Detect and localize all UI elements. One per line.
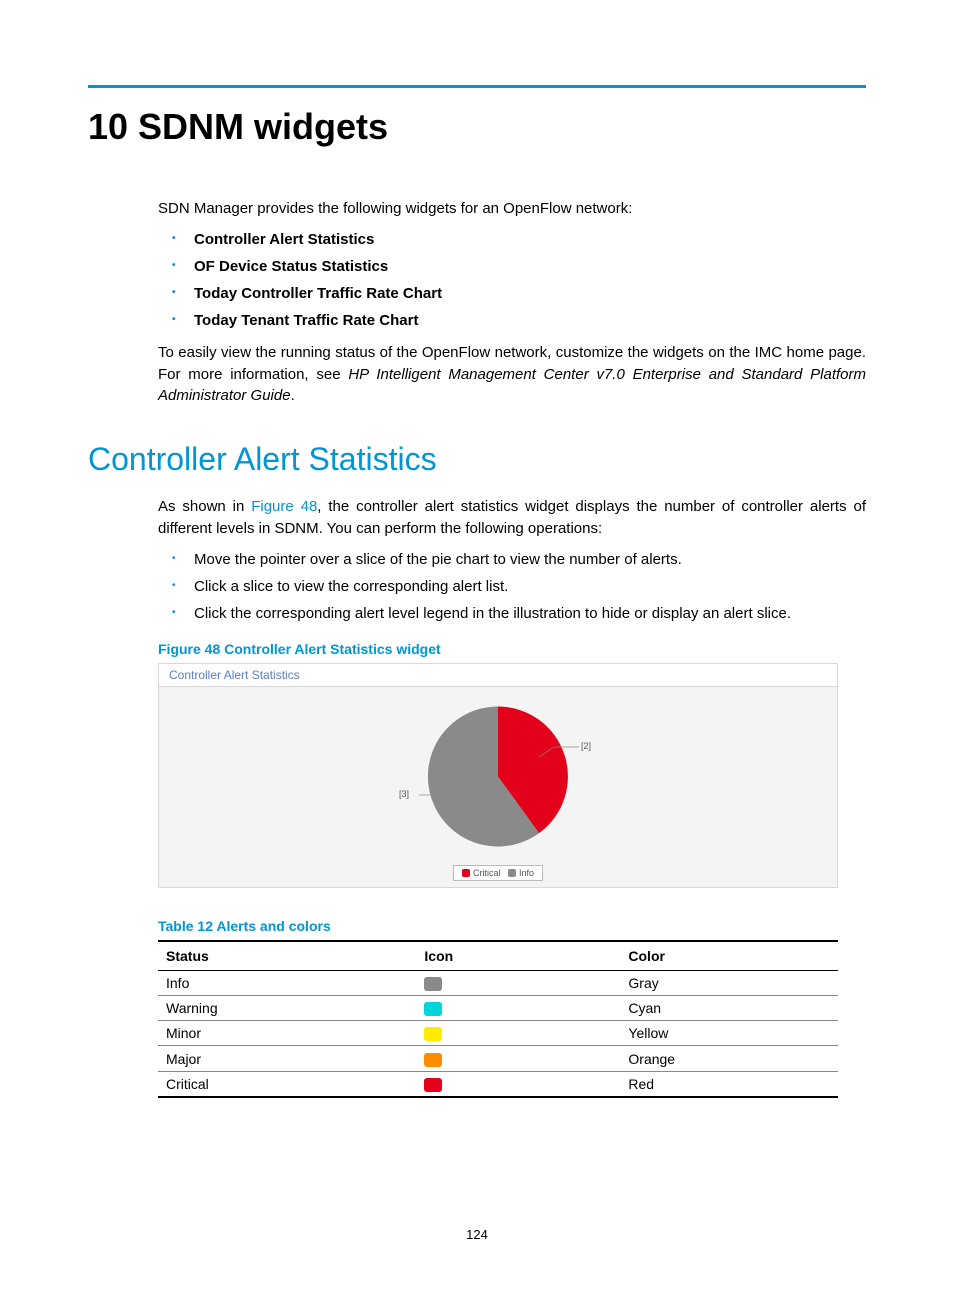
table-row: Warning Cyan — [158, 995, 838, 1020]
list-item: Controller Alert Statistics — [158, 226, 866, 253]
operations-list: Move the pointer over a slice of the pie… — [158, 546, 866, 627]
list-item: Click a slice to view the corresponding … — [158, 573, 866, 600]
cell-icon — [416, 1071, 620, 1097]
list-item: Today Tenant Traffic Rate Chart — [158, 307, 866, 334]
legend-swatch-info[interactable] — [508, 869, 516, 877]
legend-swatch-critical[interactable] — [462, 869, 470, 877]
pie-svg — [428, 706, 568, 846]
table-row: Info Gray — [158, 970, 838, 995]
swatch-icon — [424, 1002, 442, 1016]
cell-icon — [416, 1046, 620, 1071]
th-color: Color — [620, 941, 838, 971]
table-row: Major Orange — [158, 1046, 838, 1071]
figure-link[interactable]: Figure 48 — [251, 498, 317, 515]
cell-status: Info — [158, 970, 416, 995]
table-row: Minor Yellow — [158, 1021, 838, 1046]
intro-paragraph-2: To easily view the running status of the… — [158, 342, 866, 407]
section-heading: Controller Alert Statistics — [88, 441, 866, 478]
cell-status: Minor — [158, 1021, 416, 1046]
list-item: Today Controller Traffic Rate Chart — [158, 280, 866, 307]
alerts-table: Status Icon Color Info Gray Warning Cyan — [158, 940, 838, 1098]
th-status: Status — [158, 941, 416, 971]
intro-paragraph: SDN Manager provides the following widge… — [158, 198, 866, 220]
page-number: 124 — [0, 1227, 954, 1242]
list-item: OF Device Status Statistics — [158, 253, 866, 280]
list-item: Click the corresponding alert level lege… — [158, 600, 866, 627]
chart-legend: Critical Info — [453, 865, 543, 881]
cell-color: Red — [620, 1071, 838, 1097]
cell-color: Orange — [620, 1046, 838, 1071]
chapter-title: 10 SDNM widgets — [88, 106, 866, 148]
widget-header: Controller Alert Statistics — [159, 664, 837, 687]
table-caption: Table 12 Alerts and colors — [158, 918, 866, 934]
widget-figure: Controller Alert Statistics — [158, 663, 838, 888]
list-item: Move the pointer over a slice of the pie… — [158, 546, 866, 573]
cell-icon — [416, 1021, 620, 1046]
table-header-row: Status Icon Color — [158, 941, 838, 971]
figure-caption: Figure 48 Controller Alert Statistics wi… — [158, 641, 866, 657]
cell-icon — [416, 995, 620, 1020]
cell-status: Critical — [158, 1071, 416, 1097]
page: 10 SDNM widgets SDN Manager provides the… — [0, 0, 954, 1296]
pie-label-critical: [2] — [581, 741, 591, 751]
swatch-icon — [424, 1027, 442, 1041]
top-rule — [88, 85, 866, 88]
widget-list: Controller Alert Statistics OF Device St… — [158, 226, 866, 334]
text: As shown in — [158, 498, 251, 515]
th-icon: Icon — [416, 941, 620, 971]
cell-status: Warning — [158, 995, 416, 1020]
cell-color: Gray — [620, 970, 838, 995]
legend-label[interactable]: Info — [519, 868, 534, 878]
section-paragraph: As shown in Figure 48, the controller al… — [158, 496, 866, 540]
pie-chart[interactable] — [428, 706, 568, 851]
swatch-icon — [424, 1053, 442, 1067]
pie-label-info: [3] — [399, 789, 409, 799]
legend-label[interactable]: Critical — [473, 868, 501, 878]
body-content: SDN Manager provides the following widge… — [158, 198, 866, 1098]
cell-color: Yellow — [620, 1021, 838, 1046]
swatch-icon — [424, 1078, 442, 1092]
swatch-icon — [424, 977, 442, 991]
cell-icon — [416, 970, 620, 995]
cell-status: Major — [158, 1046, 416, 1071]
widget-body: [2] [3] Critical Info — [159, 687, 837, 887]
table-row: Critical Red — [158, 1071, 838, 1097]
text: . — [291, 387, 295, 404]
cell-color: Cyan — [620, 995, 838, 1020]
